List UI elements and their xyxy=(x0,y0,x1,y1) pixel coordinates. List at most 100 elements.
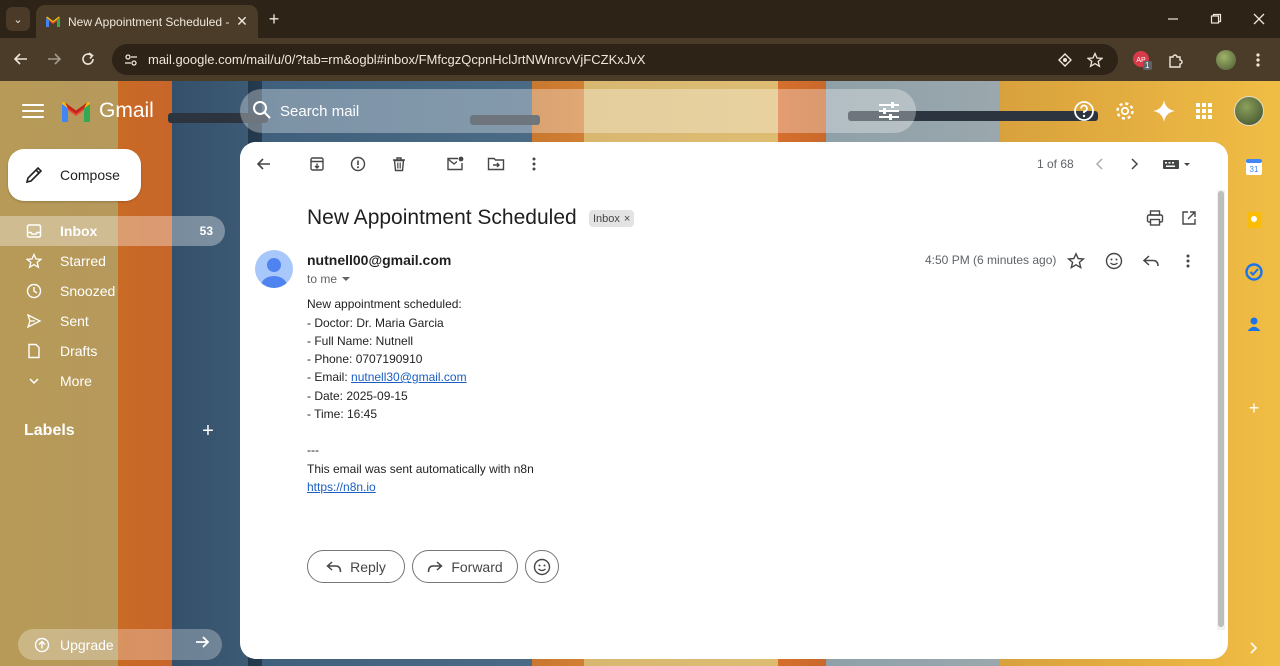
pencil-icon xyxy=(25,166,43,184)
recipient-label: to me xyxy=(307,272,338,286)
body-line: This email was sent automatically with n… xyxy=(307,462,534,476)
svg-text:31: 31 xyxy=(1250,165,1259,174)
mark-unread-icon[interactable] xyxy=(444,153,466,175)
reload-icon[interactable] xyxy=(75,46,101,72)
tracking-icon[interactable] xyxy=(1054,49,1076,71)
main-menu-icon[interactable] xyxy=(22,100,44,122)
gmail-wordmark: Gmail xyxy=(99,99,154,122)
message-scrollbar-thumb[interactable] xyxy=(1218,191,1224,627)
search-icon[interactable] xyxy=(252,100,272,123)
back-to-inbox-icon[interactable] xyxy=(253,153,275,175)
sender-email[interactable]: nutnell00@gmail.com xyxy=(307,252,451,268)
email-prefix: - Email: xyxy=(307,370,352,384)
report-spam-icon[interactable] xyxy=(347,153,369,175)
email-link[interactable]: nutnell30@gmail.com xyxy=(351,370,467,384)
compose-label: Compose xyxy=(60,167,120,183)
search-mail-bar[interactable]: Search mail xyxy=(240,89,916,133)
url-text: mail.google.com/mail/u/0/?tab=rm&ogbl#in… xyxy=(148,52,646,67)
nav-sent[interactable]: Sent xyxy=(0,306,225,336)
emoji-reaction-icon[interactable] xyxy=(1102,249,1126,273)
contacts-icon[interactable] xyxy=(1244,314,1264,334)
gmail-favicon xyxy=(46,16,60,27)
message-subject: New Appointment Scheduled xyxy=(307,206,577,229)
puzzle-icon[interactable] xyxy=(1164,48,1188,72)
n8n-link[interactable]: https://n8n.io xyxy=(307,480,376,494)
browser-menu-icon[interactable] xyxy=(1246,48,1270,72)
nav-more[interactable]: More xyxy=(0,366,225,396)
clock-icon xyxy=(26,283,42,299)
nav-inbox-label: Inbox xyxy=(60,223,98,239)
create-label-icon[interactable]: + xyxy=(198,420,218,442)
browser-tab-strip: ⌄ New Appointment Scheduled - ✕ + xyxy=(0,0,1280,38)
keep-icon[interactable] xyxy=(1244,210,1264,230)
sender-avatar[interactable] xyxy=(255,250,293,288)
nav-inbox[interactable]: Inbox 53 xyxy=(0,216,225,246)
expand-side-panel-icon[interactable] xyxy=(1244,638,1264,658)
address-bar[interactable]: mail.google.com/mail/u/0/?tab=rm&ogbl#in… xyxy=(112,44,1118,75)
emoji-react-button[interactable] xyxy=(525,550,559,583)
account-avatar[interactable] xyxy=(1234,96,1264,126)
compose-button[interactable]: Compose xyxy=(8,149,141,201)
body-line: - Date: 2025-09-15 xyxy=(307,389,408,403)
new-tab-icon[interactable]: + xyxy=(264,8,284,30)
message-more-icon[interactable] xyxy=(1176,249,1200,273)
recipient-details[interactable]: to me xyxy=(307,272,351,286)
gmail-logo[interactable] xyxy=(60,100,92,124)
remove-label-icon[interactable]: × xyxy=(624,213,630,225)
upgrade-button[interactable]: Upgrade xyxy=(18,629,222,660)
close-window-icon[interactable] xyxy=(1237,0,1280,38)
upgrade-icon xyxy=(34,637,50,653)
reply-icon[interactable] xyxy=(1139,249,1163,273)
labels-heading: Labels xyxy=(24,422,75,439)
nav-snoozed[interactable]: Snoozed xyxy=(0,276,225,306)
older-chevron-icon[interactable] xyxy=(1124,153,1146,175)
inbox-chip-label: Inbox xyxy=(593,212,620,225)
forward-icon[interactable] xyxy=(41,46,67,72)
search-input[interactable]: Search mail xyxy=(280,103,359,120)
gemini-icon[interactable] xyxy=(1151,98,1177,124)
close-tab-icon[interactable]: ✕ xyxy=(234,13,250,30)
open-new-window-icon[interactable] xyxy=(1178,207,1200,229)
inbox-icon xyxy=(26,223,42,239)
nav-snoozed-label: Snoozed xyxy=(60,283,116,299)
tab-search-icon[interactable]: ⌄ xyxy=(6,7,30,31)
reply-button[interactable]: Reply xyxy=(307,550,405,583)
search-options-icon[interactable] xyxy=(876,99,902,123)
browser-tab[interactable]: New Appointment Scheduled - ✕ xyxy=(36,5,258,38)
tasks-icon[interactable] xyxy=(1244,262,1264,282)
inbox-label-chip[interactable]: Inbox × xyxy=(589,210,635,227)
nav-drafts[interactable]: Drafts xyxy=(0,336,225,366)
print-icon[interactable] xyxy=(1144,207,1166,229)
star-message-icon[interactable] xyxy=(1064,249,1088,273)
message-time: 4:50 PM (6 minutes ago) xyxy=(925,253,1057,267)
forward-button[interactable]: Forward xyxy=(412,550,518,583)
bookmark-star-icon[interactable] xyxy=(1084,49,1106,71)
upgrade-label: Upgrade xyxy=(60,636,114,653)
profile-avatar[interactable] xyxy=(1214,48,1238,72)
extension-icon[interactable]: AP 1 xyxy=(1130,48,1154,72)
body-line: - Time: 16:45 xyxy=(307,407,378,421)
body-line: --- xyxy=(307,443,319,457)
restore-icon[interactable] xyxy=(1194,0,1238,38)
get-addons-icon[interactable]: + xyxy=(1244,398,1264,418)
google-apps-icon[interactable] xyxy=(1191,98,1217,124)
archive-icon[interactable] xyxy=(306,153,328,175)
forward-label: Forward xyxy=(451,558,503,575)
move-to-icon[interactable] xyxy=(485,153,507,175)
body-line: - Full Name: Nutnell xyxy=(307,334,414,348)
input-tools-icon[interactable] xyxy=(1160,153,1194,175)
newer-chevron-icon[interactable] xyxy=(1088,153,1110,175)
support-icon[interactable] xyxy=(1071,98,1097,124)
star-icon xyxy=(26,253,42,269)
caret-down-icon[interactable] xyxy=(341,275,351,283)
arrow-right-icon xyxy=(194,634,210,655)
calendar-icon[interactable]: 31 xyxy=(1244,157,1264,177)
site-info-icon[interactable] xyxy=(122,51,140,69)
back-icon[interactable] xyxy=(8,46,34,72)
delete-icon[interactable] xyxy=(388,153,410,175)
more-options-icon[interactable] xyxy=(523,153,545,175)
nav-starred[interactable]: Starred xyxy=(0,246,225,276)
settings-gear-icon[interactable] xyxy=(1112,98,1138,124)
body-line: New appointment scheduled: xyxy=(307,297,462,311)
minimize-icon[interactable] xyxy=(1151,0,1195,38)
